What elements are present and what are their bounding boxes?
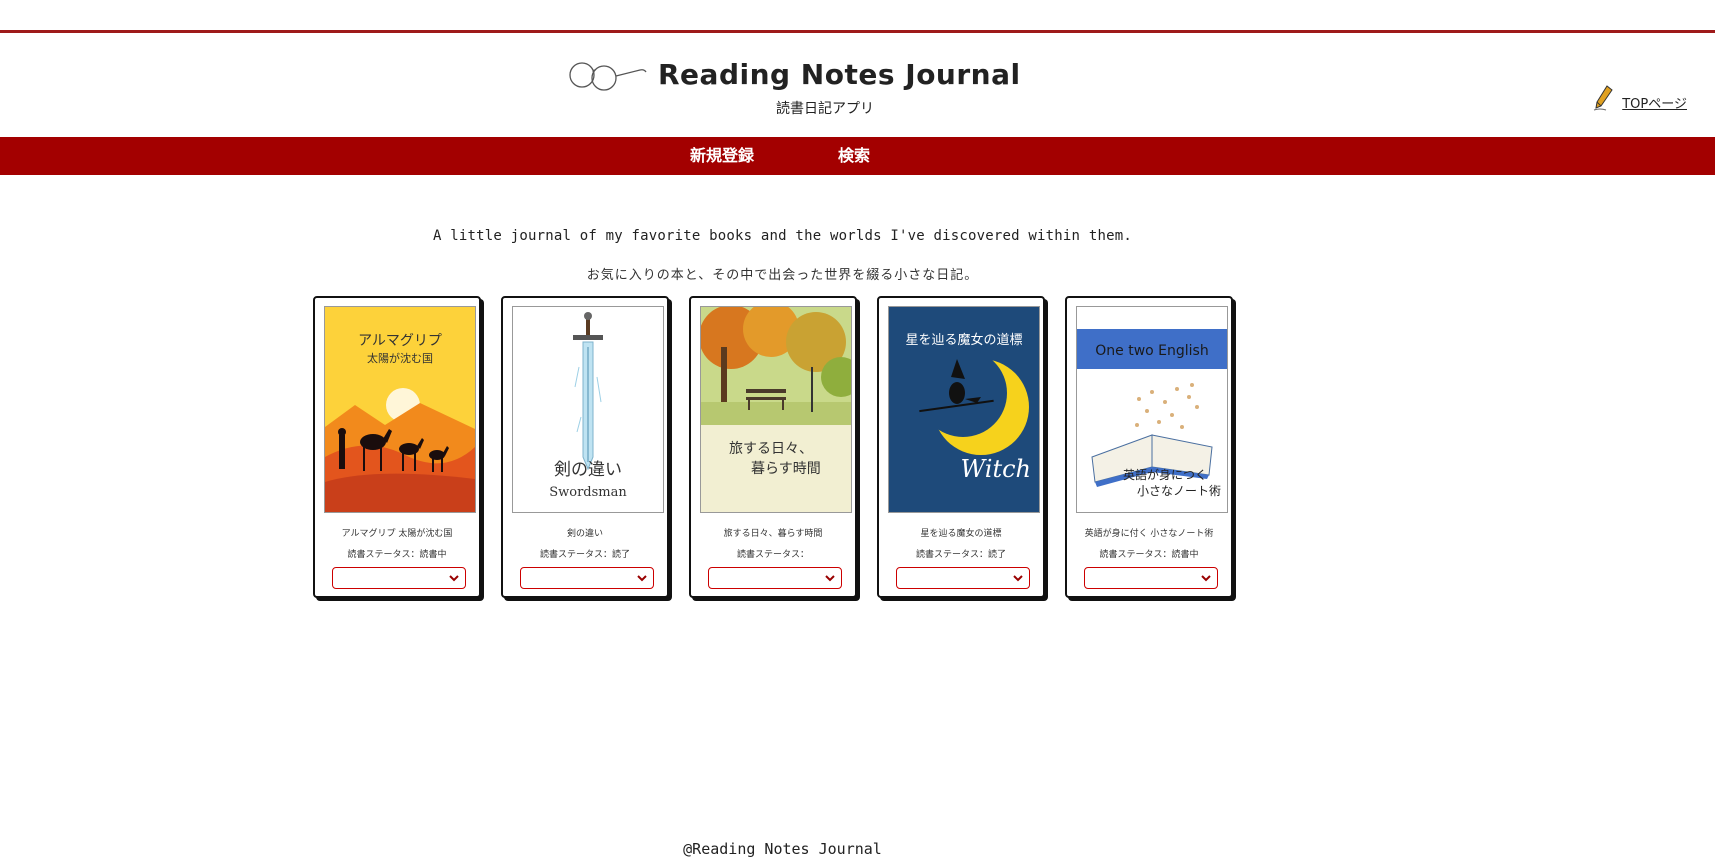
book-card[interactable]: 剣の違い Swordsman 剣の違い 読書ステータス：読了 [501, 296, 669, 598]
intro-english: A little journal of my favorite books an… [433, 228, 1132, 244]
book-title: 剣の違い [566, 529, 603, 539]
book-title: 英語が身に付く 小さなノート術 [1084, 529, 1214, 539]
main-nav: 新規登録 検索 [0, 137, 1715, 175]
chevron-down-icon [825, 575, 835, 582]
top-rule [0, 30, 1715, 33]
cover-subtitle: 英語が身につく [1123, 467, 1207, 482]
reading-status: 読書ステータス：読書中 [1099, 550, 1199, 560]
site-title: Reading Notes Journal [658, 57, 1021, 91]
status-select[interactable] [708, 567, 842, 589]
sword-cover-art: 剣の違い Swordsman [513, 307, 663, 512]
book-card[interactable]: 旅する日々、 暮らす時間 旅する日々、暮らす時間 読書ステータス： [689, 296, 857, 598]
cover-title: 剣の違い [554, 460, 622, 480]
status-select[interactable] [332, 567, 466, 589]
top-page-link-group: TOPページ [1592, 84, 1687, 112]
book-list: アルマグリプ 太陽が沈む国 アルマグリプ 太陽が沈む国 読書ステータス：読書中 … [313, 296, 1233, 598]
book-title: 星を辿る魔女の道標 [920, 529, 1002, 539]
site-subtitle: 読書日記アプリ [776, 101, 874, 117]
witch-cover-art: 星を辿る魔女の道標 Witch [889, 307, 1039, 512]
reading-status: 読書ステータス：読了 [915, 550, 1006, 560]
book-card[interactable]: アルマグリプ 太陽が沈む国 アルマグリプ 太陽が沈む国 読書ステータス：読書中 [313, 296, 481, 598]
footer-text: @Reading Notes Journal [683, 840, 882, 858]
book-cover[interactable]: アルマグリプ 太陽が沈む国 [324, 306, 476, 513]
cover-title: 旅する日々、 [729, 441, 813, 457]
glasses-icon [569, 62, 647, 91]
chevron-down-icon [449, 575, 459, 582]
cover-subtitle: Witch [961, 455, 1031, 483]
book-cover[interactable]: One two English 英語が身につく 小さなノート術 [1076, 306, 1228, 513]
chevron-down-icon [1013, 575, 1023, 582]
book-cover[interactable]: 剣の違い Swordsman [512, 306, 664, 513]
nav-new-entry[interactable]: 新規登録 [690, 137, 754, 175]
desert-cover-art: アルマグリプ 太陽が沈む国 [325, 307, 475, 512]
cover-title: アルマグリプ [358, 333, 442, 349]
cover-subtitle: 太陽が沈む国 [367, 351, 433, 365]
cover-title: One two English [1095, 343, 1208, 359]
top-page-link[interactable]: TOPページ [1622, 93, 1687, 112]
pen-icon [1594, 85, 1613, 111]
status-select[interactable] [1084, 567, 1218, 589]
book-card[interactable]: One two English 英語が身につく 小さなノート術 英語が身に付く … [1065, 296, 1233, 598]
book-cover[interactable]: 旅する日々、 暮らす時間 [700, 306, 852, 513]
reading-status: 読書ステータス：読了 [539, 550, 630, 560]
book-cover[interactable]: 星を辿る魔女の道標 Witch [888, 306, 1040, 513]
park-cover-art: 旅する日々、 暮らす時間 [701, 307, 851, 512]
brand: Reading Notes Journal [568, 54, 1021, 94]
book-title: 旅する日々、暮らす時間 [723, 529, 823, 539]
book-card[interactable]: 星を辿る魔女の道標 Witch 星を辿る魔女の道標 読書ステータス：読了 [877, 296, 1045, 598]
intro-japanese: お気に入りの本と、その中で出会った世界を綴る小さな日記。 [586, 268, 979, 283]
book-title: アルマグリプ 太陽が沈む国 [341, 529, 453, 539]
chevron-down-icon [637, 575, 647, 582]
status-select[interactable] [520, 567, 654, 589]
chevron-down-icon [1201, 575, 1211, 582]
cover-subtitle: 暮らす時間 [751, 461, 821, 477]
nav-search[interactable]: 検索 [838, 137, 870, 175]
cover-subtitle: Swordsman [549, 485, 627, 500]
reading-status: 読書ステータス： [736, 550, 809, 560]
english-cover-art: One two English 英語が身につく 小さなノート術 [1077, 307, 1227, 512]
status-select[interactable] [896, 567, 1030, 589]
cover-title: 星を辿る魔女の道標 [905, 332, 1022, 348]
reading-status: 読書ステータス：読書中 [347, 550, 447, 560]
cover-subtitle-2: 小さなノート術 [1137, 484, 1221, 498]
